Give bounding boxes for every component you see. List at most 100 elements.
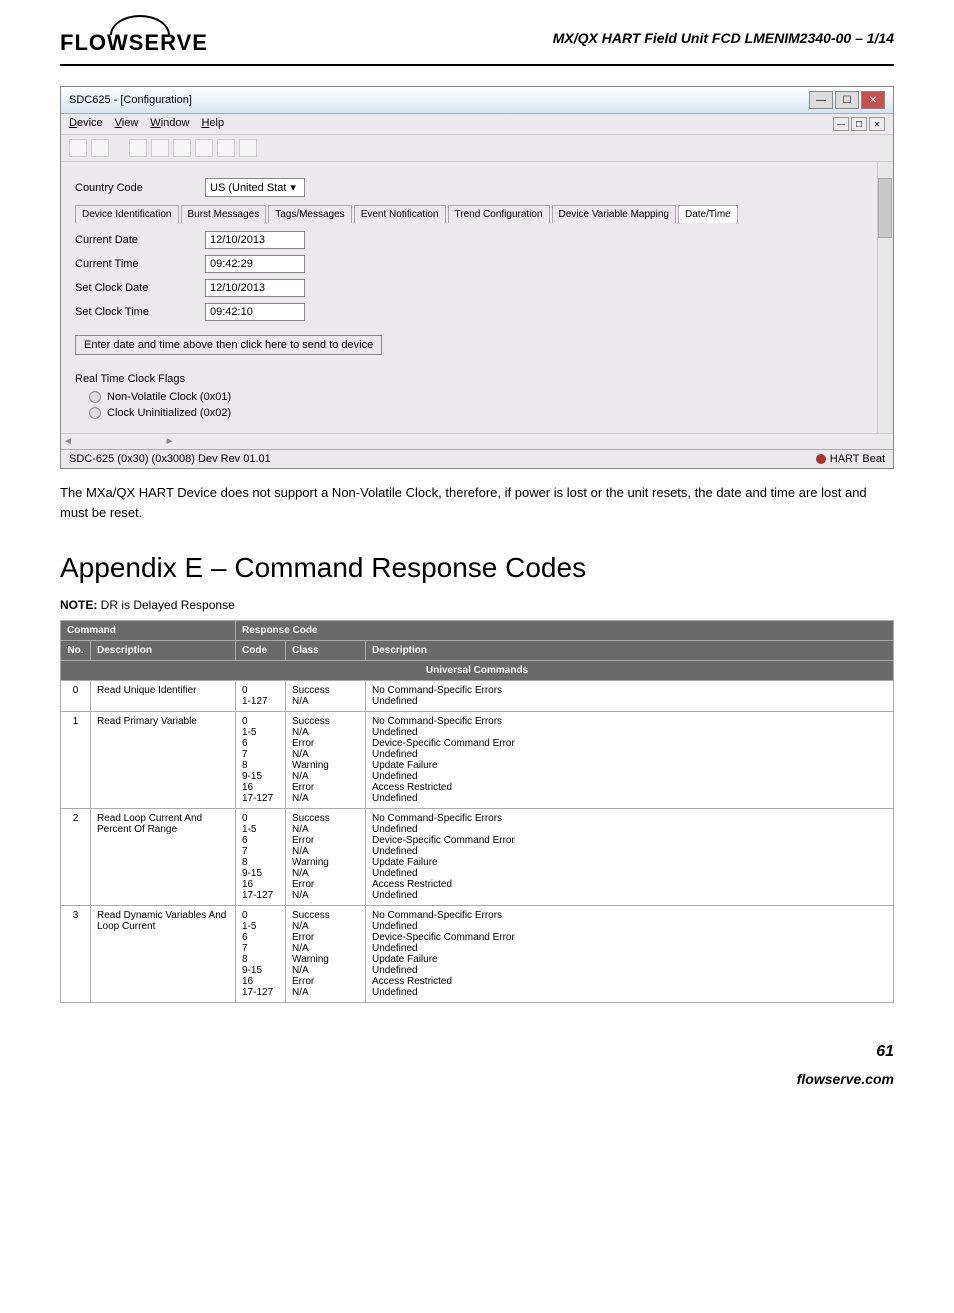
cell-cmd-desc: Read Dynamic Variables And Loop Current bbox=[91, 906, 236, 1003]
cell-cmd-desc: Read Unique Identifier bbox=[91, 681, 236, 712]
toolbar-icon-5[interactable] bbox=[173, 139, 191, 157]
menu-bar: Device View Window Help — ☐ ✕ bbox=[61, 114, 893, 135]
window-title: SDC625 - [Configuration] bbox=[69, 94, 192, 106]
horizontal-scroll-area[interactable]: ◄ ► bbox=[61, 433, 893, 449]
caption-text: The MXa/QX HART Device does not support … bbox=[60, 483, 894, 522]
table-row: 0Read Unique Identifier0 1-127Success N/… bbox=[61, 681, 894, 712]
minimize-button[interactable]: — bbox=[809, 91, 833, 109]
flag2-label: Clock Uninitialized (0x02) bbox=[107, 407, 231, 419]
table-row: 3Read Dynamic Variables And Loop Current… bbox=[61, 906, 894, 1003]
document-title: MX/QX HART Field Unit FCD LMENIM2340-00 … bbox=[553, 30, 894, 46]
set-clock-date-input[interactable]: 12/10/2013 bbox=[205, 279, 305, 297]
appendix-title: Appendix E – Command Response Codes bbox=[60, 552, 894, 584]
mdi-restore[interactable]: ☐ bbox=[851, 117, 867, 131]
th-cmd-desc: Description bbox=[91, 641, 236, 661]
radio-icon bbox=[89, 407, 101, 419]
set-clock-date-label: Set Clock Date bbox=[75, 282, 185, 294]
current-time-label: Current Time bbox=[75, 258, 185, 270]
radio-icon bbox=[89, 391, 101, 403]
menu-view[interactable]: View bbox=[115, 117, 139, 131]
send-to-device-button[interactable]: Enter date and time above then click her… bbox=[75, 335, 382, 355]
country-code-label: Country Code bbox=[75, 182, 185, 194]
response-codes-table: Command Response Code No. Description Co… bbox=[60, 620, 894, 1003]
toolbar-icon-7[interactable] bbox=[217, 139, 235, 157]
cell-resp-desc: No Command-Specific Errors Undefined bbox=[366, 681, 894, 712]
status-bar: SDC-625 (0x30) (0x3008) Dev Rev 01.01 HA… bbox=[61, 449, 893, 468]
table-row: 1Read Primary Variable0 1-5 6 7 8 9-15 1… bbox=[61, 712, 894, 809]
tab-device-identification[interactable]: Device Identification bbox=[75, 205, 179, 223]
cell-no: 1 bbox=[61, 712, 91, 809]
table-row: 2Read Loop Current And Percent Of Range0… bbox=[61, 809, 894, 906]
cell-resp-desc: No Command-Specific Errors Undefined Dev… bbox=[366, 809, 894, 906]
cell-classes: Success N/A Error N/A Warning N/A Error … bbox=[286, 809, 366, 906]
page-number: 61 bbox=[60, 1043, 894, 1061]
status-right-text: HART Beat bbox=[830, 453, 885, 465]
window-controls: — ☐ ✕ bbox=[809, 91, 885, 109]
tab-date-time[interactable]: Date/Time bbox=[678, 205, 738, 223]
tab-strip: Device Identification Burst Messages Tag… bbox=[75, 205, 879, 223]
mdi-close[interactable]: ✕ bbox=[869, 117, 885, 131]
cell-classes: Success N/A Error N/A Warning N/A Error … bbox=[286, 906, 366, 1003]
cell-codes: 0 1-5 6 7 8 9-15 16 17-127 bbox=[236, 712, 286, 809]
menu-window[interactable]: Window bbox=[150, 117, 189, 131]
mdi-controls: — ☐ ✕ bbox=[833, 117, 885, 131]
th-no: No. bbox=[61, 641, 91, 661]
set-clock-time-input[interactable]: 09:42:10 bbox=[205, 303, 305, 321]
th-response: Response Code bbox=[236, 621, 894, 641]
toolbar-icon-8[interactable] bbox=[239, 139, 257, 157]
cell-no: 2 bbox=[61, 809, 91, 906]
status-left: SDC-625 (0x30) (0x3008) Dev Rev 01.01 bbox=[69, 453, 271, 465]
cell-classes: Success N/A Error N/A Warning N/A Error … bbox=[286, 712, 366, 809]
content-area: Country Code US (United Stat Device Iden… bbox=[61, 162, 893, 433]
tab-event-notification[interactable]: Event Notification bbox=[354, 205, 446, 223]
note-label: NOTE: bbox=[60, 598, 97, 612]
cell-no: 3 bbox=[61, 906, 91, 1003]
footer-url: flowserve.com bbox=[60, 1071, 894, 1087]
note-line: NOTE: DR is Delayed Response bbox=[60, 598, 894, 612]
config-window: SDC625 - [Configuration] — ☐ ✕ Device Vi… bbox=[60, 86, 894, 469]
note-text: DR is Delayed Response bbox=[97, 598, 234, 612]
cell-codes: 0 1-5 6 7 8 9-15 16 17-127 bbox=[236, 906, 286, 1003]
menu-device[interactable]: Device bbox=[69, 117, 103, 131]
window-titlebar: SDC625 - [Configuration] — ☐ ✕ bbox=[61, 87, 893, 114]
flag1-label: Non-Volatile Clock (0x01) bbox=[107, 391, 231, 403]
toolbar-icon-4[interactable] bbox=[151, 139, 169, 157]
cell-resp-desc: No Command-Specific Errors Undefined Dev… bbox=[366, 906, 894, 1003]
set-clock-time-label: Set Clock Time bbox=[75, 306, 185, 318]
cell-cmd-desc: Read Loop Current And Percent Of Range bbox=[91, 809, 236, 906]
tab-burst-messages[interactable]: Burst Messages bbox=[181, 205, 267, 223]
toolbar-icon-2[interactable] bbox=[91, 139, 109, 157]
th-code: Code bbox=[236, 641, 286, 661]
current-date-input[interactable]: 12/10/2013 bbox=[205, 231, 305, 249]
toolbar bbox=[61, 135, 893, 162]
section-universal: Universal Commands bbox=[61, 661, 894, 681]
cell-resp-desc: No Command-Specific Errors Undefined Dev… bbox=[366, 712, 894, 809]
flowserve-logo: FLOWSERVE bbox=[60, 30, 208, 56]
cell-codes: 0 1-5 6 7 8 9-15 16 17-127 bbox=[236, 809, 286, 906]
current-time-input[interactable]: 09:42:29 bbox=[205, 255, 305, 273]
hart-beat-icon bbox=[816, 454, 826, 464]
cell-classes: Success N/A bbox=[286, 681, 366, 712]
country-code-dropdown[interactable]: US (United Stat bbox=[205, 178, 305, 197]
tab-trend-configuration[interactable]: Trend Configuration bbox=[448, 205, 550, 223]
logo-arc-icon bbox=[110, 15, 170, 35]
toolbar-icon-6[interactable] bbox=[195, 139, 213, 157]
maximize-button[interactable]: ☐ bbox=[835, 91, 859, 109]
menu-help[interactable]: Help bbox=[201, 117, 224, 131]
vertical-scrollbar[interactable] bbox=[877, 162, 893, 433]
close-button[interactable]: ✕ bbox=[861, 91, 885, 109]
flags-heading: Real Time Clock Flags bbox=[75, 373, 879, 385]
cell-cmd-desc: Read Primary Variable bbox=[91, 712, 236, 809]
th-resp-desc: Description bbox=[366, 641, 894, 661]
flag-non-volatile-clock: Non-Volatile Clock (0x01) bbox=[89, 391, 879, 403]
flag-clock-uninitialized: Clock Uninitialized (0x02) bbox=[89, 407, 879, 419]
cell-no: 0 bbox=[61, 681, 91, 712]
mdi-minimize[interactable]: — bbox=[833, 117, 849, 131]
tab-tags-messages[interactable]: Tags/Messages bbox=[268, 205, 351, 223]
toolbar-icon-3[interactable] bbox=[129, 139, 147, 157]
tab-device-variable-mapping[interactable]: Device Variable Mapping bbox=[552, 205, 676, 223]
cell-codes: 0 1-127 bbox=[236, 681, 286, 712]
current-date-label: Current Date bbox=[75, 234, 185, 246]
toolbar-icon-1[interactable] bbox=[69, 139, 87, 157]
th-class: Class bbox=[286, 641, 366, 661]
